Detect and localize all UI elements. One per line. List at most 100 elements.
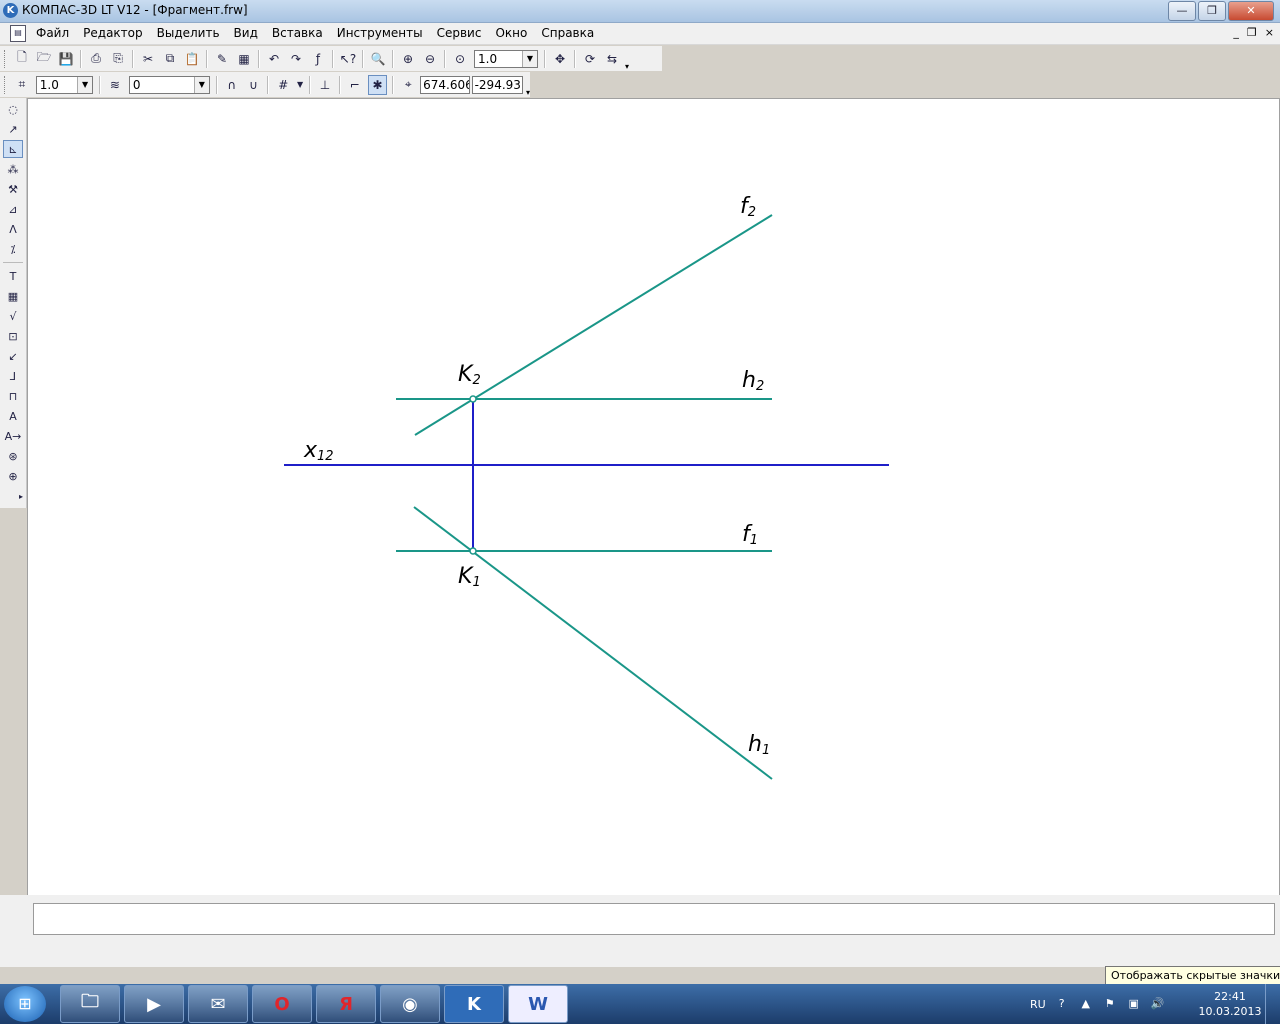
edit-icon[interactable]: ⁂ [3,160,23,178]
ortho-mode-icon[interactable]: ⌐ [346,76,364,94]
print-preview-icon[interactable]: ⎙ [87,50,105,68]
show-hidden-icons-icon[interactable]: ▲ [1078,997,1094,1011]
show-desktop-button[interactable] [1265,984,1280,1024]
start-button[interactable]: ⊞ [4,986,46,1022]
new-document-icon[interactable]: 🗋 [13,50,31,68]
paste-icon[interactable]: 📋 [183,50,201,68]
menu-view[interactable]: Вид [234,26,258,40]
line-h1[interactable] [413,506,773,780]
chevron-down-icon[interactable]: ▼ [77,76,93,93]
snap-mode-icon[interactable]: ✱ [367,74,388,95]
zoom-combo[interactable]: 1.0 ▼ [474,49,538,68]
opera-icon[interactable]: O [252,985,312,1023]
menu-tools[interactable]: Инструменты [337,26,423,40]
chevron-down-icon[interactable]: ▼ [193,76,209,93]
parametrization-icon[interactable]: ⚒ [3,180,23,198]
zoom-out-icon[interactable]: ⊖ [421,50,439,68]
language-indicator[interactable]: RU [1030,998,1046,1011]
drawing-canvas[interactable]: f2 K2 h2 x12 f1 K1 h1 [27,98,1280,896]
view-arrow-icon[interactable]: A [3,407,23,425]
doc-minimize-button[interactable]: _ [1233,26,1239,39]
menu-help[interactable]: Справка [541,26,594,40]
layers-icon[interactable]: ≋ [106,76,124,94]
redo-icon[interactable]: ↷ [287,50,305,68]
panel-expand-icon[interactable]: ▸ [3,487,23,505]
close-button[interactable]: ✕ [1228,1,1274,21]
menu-window[interactable]: Окно [495,26,527,40]
datum-icon[interactable]: ⊡ [3,327,23,345]
network-icon[interactable]: ▣ [1126,997,1142,1011]
line-f2[interactable] [414,214,773,436]
roughness-icon[interactable]: √ [3,307,23,325]
point-k1[interactable] [469,547,477,555]
notation-icon[interactable]: ⊾ [3,140,23,158]
menu-insert[interactable]: Вставка [272,26,323,40]
toolbar-overflow-icon[interactable]: ▾ [625,62,629,71]
kompas-taskbar-icon[interactable]: K [444,985,504,1023]
document-manager-icon[interactable]: ▦ [235,50,253,68]
zoom-in-icon[interactable]: ⊕ [399,50,417,68]
volume-icon[interactable]: 🔊 [1150,997,1166,1011]
print-icon[interactable]: ⎘ [109,50,127,68]
coordinates-icon[interactable]: ⌖ [399,76,417,94]
menu-editor[interactable]: Редактор [83,26,142,40]
cursor-step-icon[interactable]: ⌗ [13,76,31,94]
cut-icon[interactable]: ✂ [139,50,157,68]
measure-icon[interactable]: ⊿ [3,200,23,218]
menu-select[interactable]: Выделить [157,26,220,40]
open-folder-icon[interactable]: 🗁 [35,50,53,68]
toolbar-overflow-icon[interactable]: ▾ [526,88,530,97]
clock[interactable]: 22:41 10.03.2013 [1190,989,1270,1019]
text-icon[interactable]: T [3,267,23,285]
yandex-browser-icon[interactable]: Я [316,985,376,1023]
word-icon[interactable]: W [508,985,568,1023]
grid-icon[interactable]: # [274,76,292,94]
chevron-down-icon[interactable]: ▼ [522,50,537,67]
table-icon[interactable]: ▦ [3,287,23,305]
spec-icon[interactable]: ⁒ [3,240,23,258]
properties-brush-icon[interactable]: ✎ [213,50,231,68]
flag-icon[interactable]: ⚑ [1102,997,1118,1011]
pan-icon[interactable]: ✥ [551,50,569,68]
layer-combo[interactable]: 0 ▼ [128,75,210,94]
explorer-icon[interactable]: 🗀 [60,985,120,1023]
zoom-scale-icon[interactable]: ⊙ [451,50,469,68]
geometry-icon[interactable]: ◌ [3,100,23,118]
menu-file[interactable]: Файл [36,26,69,40]
step-combo[interactable]: 1.0 ▼ [35,75,94,94]
menu-service[interactable]: Сервис [437,26,482,40]
media-player-icon[interactable]: ▶ [124,985,184,1023]
snap-magnet-icon[interactable]: ∩ [223,76,241,94]
doc-close-button[interactable]: × [1265,26,1274,39]
coord-y-field[interactable]: -294.93 [471,75,524,94]
help-icon[interactable]: ? [1054,997,1070,1011]
point-k2[interactable] [469,395,477,403]
position-leader-icon[interactable]: ⅃ [3,367,23,385]
grid-dropdown-icon[interactable]: ▼ [296,76,304,94]
chrome-icon[interactable]: ◉ [380,985,440,1023]
snap-settings-icon[interactable]: ∪ [245,76,263,94]
minimize-button[interactable]: — [1168,1,1196,21]
rebuild-icon[interactable]: ⇆ [603,50,621,68]
doc-restore-button[interactable]: ❐ [1247,26,1257,39]
drawing-svg[interactable]: f2 K2 h2 x12 f1 K1 h1 [28,99,1279,895]
tolerance-icon[interactable]: ⊓ [3,387,23,405]
maximize-button[interactable]: ❐ [1198,1,1226,21]
save-icon[interactable]: 💾 [57,50,75,68]
zoom-window-icon[interactable]: 🔍 [369,50,387,68]
select-icon[interactable]: Ʌ [3,220,23,238]
local-cs-icon[interactable]: ⊥ [316,76,334,94]
cut-line-icon[interactable]: A→ [3,427,23,445]
document-icon[interactable]: ▤ [10,25,26,42]
center-mark-icon[interactable]: ⊕ [3,467,23,485]
wave-line-icon[interactable]: ⊛ [3,447,23,465]
function-icon[interactable]: ƒ [309,50,327,68]
leader-icon[interactable]: ↙ [3,347,23,365]
toolbar-grip[interactable] [4,75,8,94]
refresh-view-icon[interactable]: ⟳ [581,50,599,68]
mail-icon[interactable]: ✉ [188,985,248,1023]
kompas-app-icon[interactable]: K [3,3,18,18]
toolbar-grip[interactable] [4,49,8,68]
coord-x-field[interactable]: 674.606 [420,75,470,94]
undo-icon[interactable]: ↶ [265,50,283,68]
